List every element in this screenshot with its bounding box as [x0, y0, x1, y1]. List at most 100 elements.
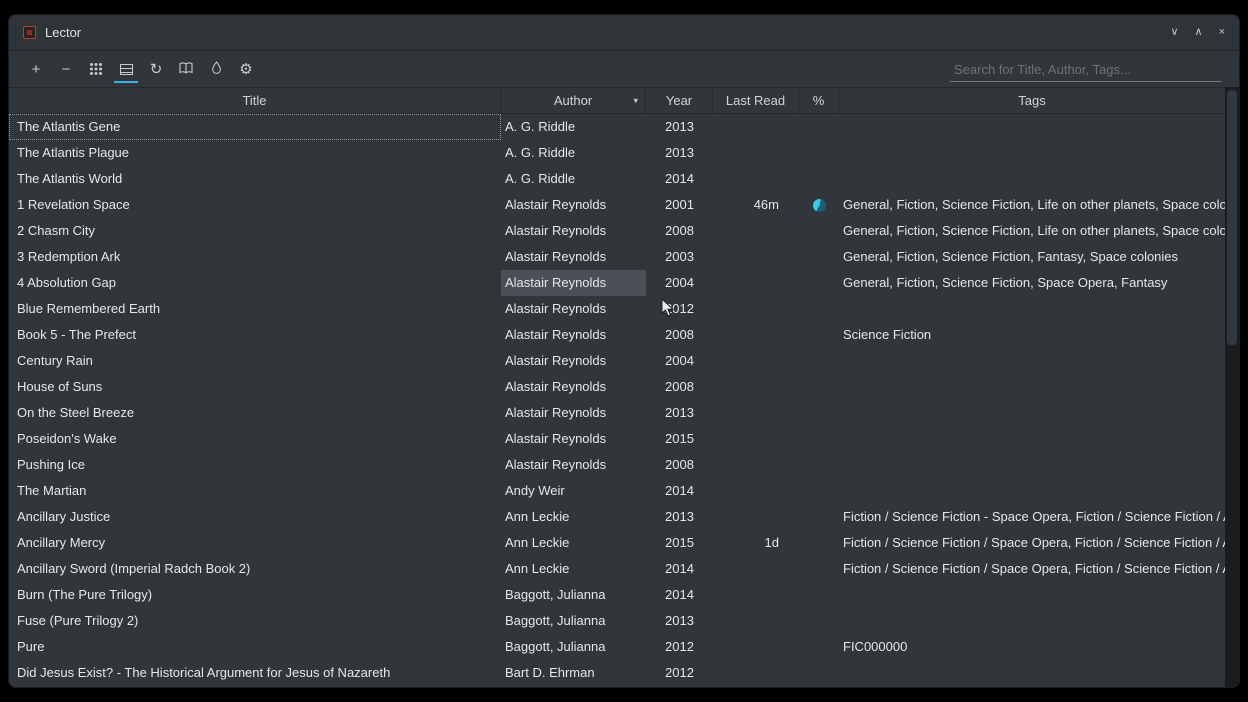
tags-cell: General, Fiction, Science Fiction, Life … [839, 192, 1225, 218]
table-row[interactable]: The Martian Andy Weir 2014 [9, 478, 1225, 504]
year-cell: 2001 [646, 192, 713, 218]
table-view-button[interactable] [111, 54, 141, 84]
tags-cell: FIC000000 [839, 634, 1225, 660]
book-icon [179, 61, 193, 78]
table-row[interactable]: House of Suns Alastair Reynolds 2008 [9, 374, 1225, 400]
refresh-icon: ↻ [150, 62, 163, 77]
tags-cell: Fiction / Science Fiction / Space Opera,… [839, 556, 1225, 582]
table-row[interactable]: The Atlantis Gene A. G. Riddle 2013 [9, 114, 1225, 140]
title-cell: 2 Chasm City [9, 218, 501, 244]
author-cell: Ann Leckie [501, 556, 646, 582]
close-button[interactable]: × [1219, 27, 1225, 38]
author-cell: Ann Leckie [501, 530, 646, 556]
last-read-cell [713, 114, 799, 140]
table-row[interactable]: 2 Chasm City Alastair Reynolds 2008 Gene… [9, 218, 1225, 244]
last-read-cell: 1d [713, 530, 799, 556]
author-cell: Alastair Reynolds [501, 322, 646, 348]
last-read-cell [713, 452, 799, 478]
toolbar: + − ↻ ⚙ [9, 51, 1239, 87]
table-row[interactable]: On the Steel Breeze Alastair Reynolds 20… [9, 400, 1225, 426]
author-cell: A. G. Riddle [501, 114, 646, 140]
table-row[interactable]: Blue Remembered Earth Alastair Reynolds … [9, 296, 1225, 322]
title-cell: 1 Revelation Space [9, 192, 501, 218]
last-read-cell [713, 322, 799, 348]
title-cell: Blue Remembered Earth [9, 296, 501, 322]
last-read-cell [713, 556, 799, 582]
tags-cell [839, 582, 1225, 608]
table-row[interactable]: 1 Revelation Space Alastair Reynolds 200… [9, 192, 1225, 218]
tags-cell [839, 114, 1225, 140]
title-cell: On the Steel Breeze [9, 400, 501, 426]
refresh-button[interactable]: ↻ [141, 54, 171, 84]
theme-color-button[interactable] [201, 54, 231, 84]
tags-cell [839, 400, 1225, 426]
search-input[interactable] [950, 58, 1222, 82]
tags-cell: General, Fiction, Science Fiction, Space… [839, 270, 1225, 296]
scrollbar-handle[interactable] [1227, 90, 1237, 345]
column-header-tags[interactable]: Tags [839, 88, 1225, 113]
cover-view-button[interactable] [81, 54, 111, 84]
author-cell: Alastair Reynolds [501, 426, 646, 452]
last-read-cell [713, 582, 799, 608]
column-header-last-read[interactable]: Last Read [713, 88, 799, 113]
last-read-cell [713, 296, 799, 322]
tags-cell: Science Fiction [839, 322, 1225, 348]
title-cell: Pushing Ice [9, 452, 501, 478]
year-cell: 2012 [646, 634, 713, 660]
last-read-cell [713, 244, 799, 270]
settings-button[interactable]: ⚙ [231, 54, 261, 84]
year-cell: 2003 [646, 244, 713, 270]
library-button[interactable] [171, 54, 201, 84]
table-row[interactable]: The Atlantis Plague A. G. Riddle 2013 [9, 140, 1225, 166]
table-row[interactable]: The Atlantis World A. G. Riddle 2014 [9, 166, 1225, 192]
table-row[interactable]: Book 5 - The Prefect Alastair Reynolds 2… [9, 322, 1225, 348]
table-row[interactable]: Did Jesus Exist? - The Historical Argume… [9, 660, 1225, 686]
year-cell: 2012 [646, 296, 713, 322]
year-cell: 2008 [646, 374, 713, 400]
sort-dropdown-icon[interactable]: ▾ [633, 95, 638, 106]
author-cell: Alastair Reynolds [501, 400, 646, 426]
titlebar[interactable]: Lector ∨ ∧ × [9, 15, 1239, 51]
tags-cell [839, 348, 1225, 374]
remove-book-button[interactable]: − [51, 54, 81, 84]
table-row[interactable]: 3 Redemption Ark Alastair Reynolds 2003 … [9, 244, 1225, 270]
table-row[interactable]: Burn (The Pure Trilogy) Baggott, Juliann… [9, 582, 1225, 608]
table-row[interactable]: Pushing Ice Alastair Reynolds 2008 [9, 452, 1225, 478]
author-cell: Alastair Reynolds [501, 348, 646, 374]
tags-cell: Fiction / Science Fiction - Space Opera,… [839, 504, 1225, 530]
add-book-button[interactable]: + [21, 54, 51, 84]
table-row[interactable]: Pure Baggott, Julianna 2012 FIC000000 [9, 634, 1225, 660]
table-row[interactable]: Ancillary Mercy Ann Leckie 2015 1d Ficti… [9, 530, 1225, 556]
table-row[interactable]: Ancillary Justice Ann Leckie 2013 Fictio… [9, 504, 1225, 530]
maximize-button[interactable]: ∧ [1195, 27, 1203, 38]
table-row[interactable]: Ancillary Sword (Imperial Radch Book 2) … [9, 556, 1225, 582]
column-header-title[interactable]: Title [9, 88, 501, 113]
table-view-icon [120, 64, 133, 75]
plus-icon: + [32, 62, 41, 77]
last-read-cell [713, 634, 799, 660]
last-read-cell [713, 270, 799, 296]
shade-button[interactable]: ∨ [1170, 27, 1178, 38]
author-cell: Baggott, Julianna [501, 608, 646, 634]
table-row[interactable]: 4 Absolution Gap Alastair Reynolds 2004 … [9, 270, 1225, 296]
table-row[interactable]: Poseidon's Wake Alastair Reynolds 2015 [9, 426, 1225, 452]
window-controls: ∨ ∧ × [1170, 27, 1225, 38]
year-cell: 2015 [646, 426, 713, 452]
last-read-cell [713, 608, 799, 634]
author-cell: A. G. Riddle [501, 140, 646, 166]
column-header-year[interactable]: Year [646, 88, 713, 113]
title-cell: Pure [9, 634, 501, 660]
last-read-cell [713, 478, 799, 504]
column-header-percent[interactable]: % [799, 88, 839, 113]
tags-cell [839, 140, 1225, 166]
title-cell: Poseidon's Wake [9, 426, 501, 452]
last-read-cell: 46m [713, 192, 799, 218]
table-row[interactable]: Century Rain Alastair Reynolds 2004 [9, 348, 1225, 374]
title-cell: Ancillary Mercy [9, 530, 501, 556]
minus-icon: − [62, 62, 71, 77]
column-header-author[interactable]: Author▾ [501, 88, 646, 113]
table-row[interactable]: Fuse (Pure Trilogy 2) Baggott, Julianna … [9, 608, 1225, 634]
percent-cell [799, 199, 839, 212]
tags-cell [839, 608, 1225, 634]
title-cell: Did Jesus Exist? - The Historical Argume… [9, 660, 501, 686]
